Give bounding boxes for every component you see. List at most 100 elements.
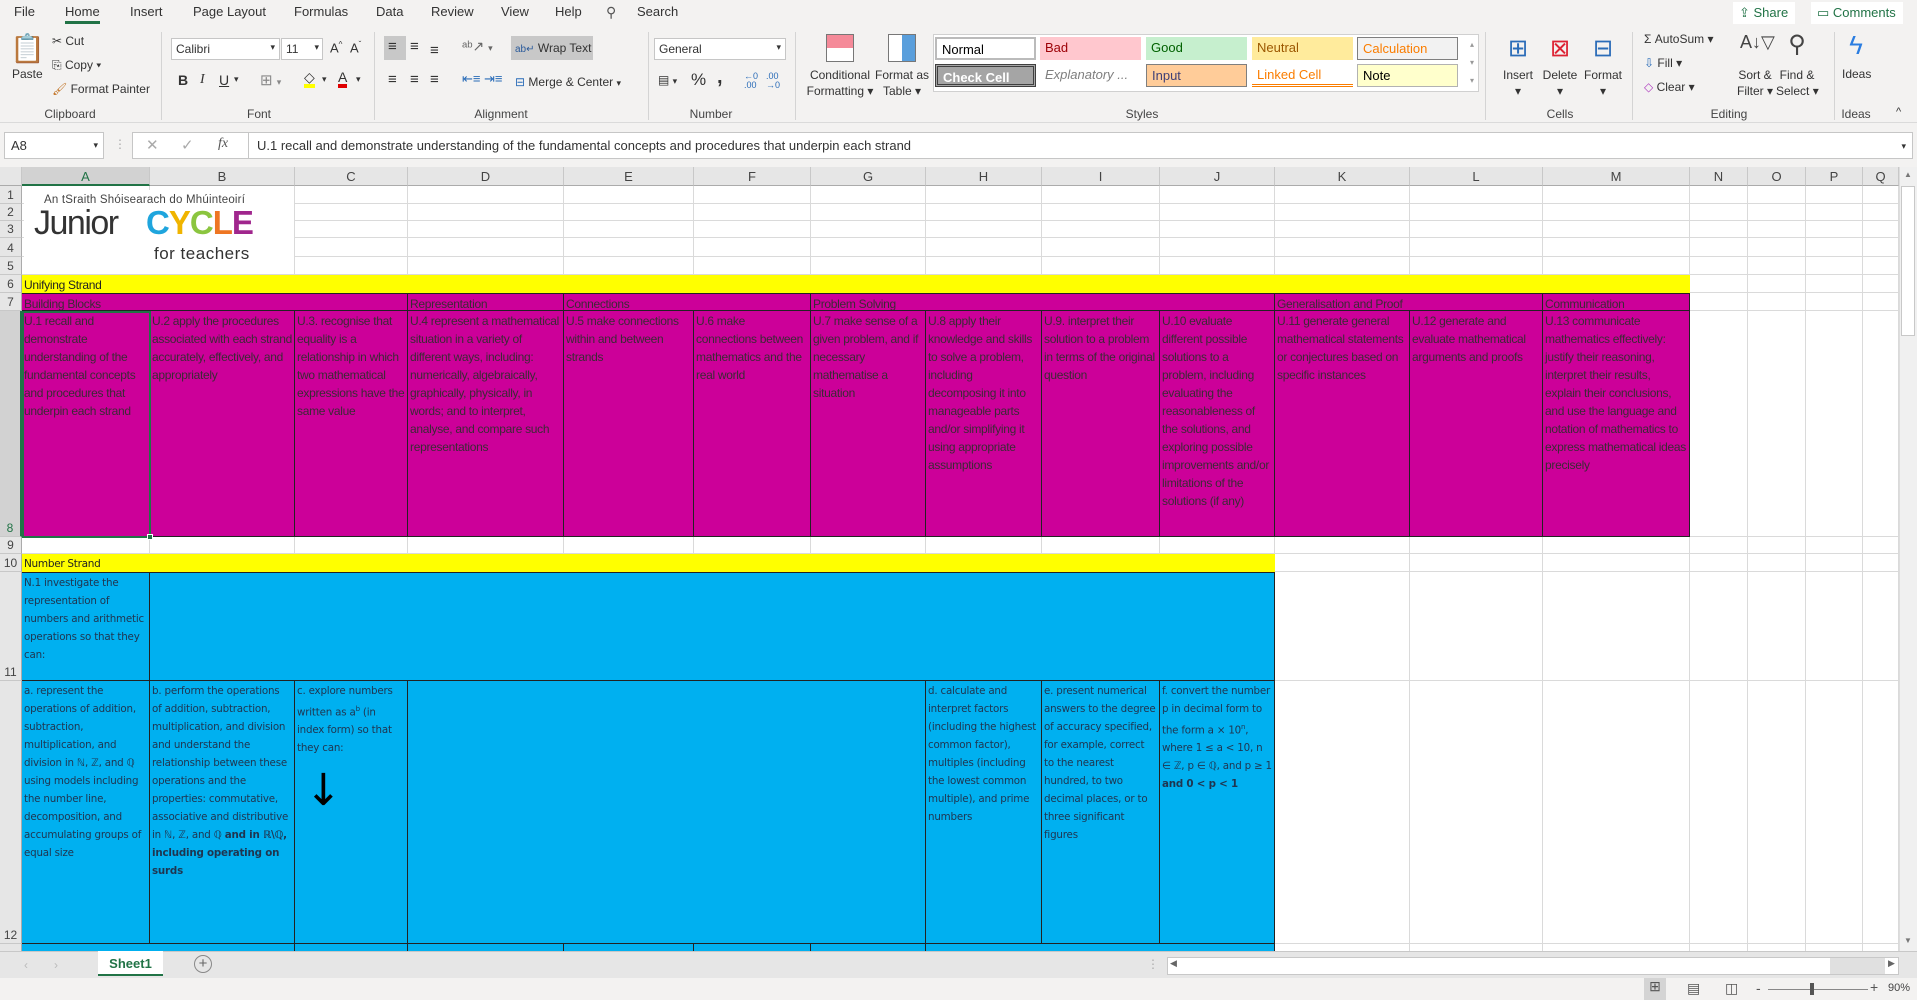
- row-header-12[interactable]: 12: [0, 681, 22, 944]
- insert-cells-button[interactable]: Insert ▾: [1503, 67, 1533, 99]
- column-header-B[interactable]: B: [150, 167, 295, 186]
- decrease-decimal-icon[interactable]: .00 →0: [766, 72, 780, 90]
- add-sheet-button[interactable]: +: [194, 955, 212, 973]
- sort-filter-button[interactable]: Sort & Filter ▾: [1736, 67, 1774, 99]
- tab-help[interactable]: Help: [555, 4, 582, 19]
- paste-button[interactable]: Paste: [12, 67, 43, 81]
- number-row13-cell[interactable]: [926, 944, 1275, 951]
- unifying-item-cell[interactable]: U.12 generate and evaluate mathematical …: [1410, 311, 1543, 537]
- sort-filter-icon[interactable]: A↓▽: [1740, 32, 1775, 53]
- row-header-13[interactable]: [0, 944, 22, 951]
- increase-font-icon[interactable]: A^: [330, 40, 342, 55]
- gallery-scroll-buttons[interactable]: ▴ ▾ ▾: [1466, 36, 1478, 90]
- find-select-button[interactable]: Find & Select ▾: [1776, 67, 1819, 99]
- format-cells-icon[interactable]: ⊟: [1588, 34, 1618, 63]
- zoom-in-button[interactable]: +: [1870, 979, 1878, 995]
- cell-style-note[interactable]: Note: [1357, 64, 1458, 87]
- decrease-indent-icon[interactable]: ⇤≡: [462, 71, 480, 87]
- font-name-select[interactable]: Calibri ▾: [171, 38, 280, 60]
- select-all-corner[interactable]: [0, 167, 22, 186]
- cell-style-linked-cell[interactable]: Linked Cell: [1252, 64, 1353, 87]
- number-row13-cell[interactable]: [408, 944, 564, 951]
- unifying-item-cell[interactable]: U.4 represent a mathematical situation i…: [408, 311, 564, 537]
- cell-style-input[interactable]: Input: [1146, 64, 1247, 87]
- cell-style-good[interactable]: Good: [1146, 37, 1247, 60]
- row-header-6[interactable]: 6: [0, 275, 22, 293]
- tab-data[interactable]: Data: [376, 4, 403, 19]
- row-header-3[interactable]: 3: [0, 221, 22, 238]
- tab-review[interactable]: Review: [431, 4, 474, 19]
- number-format-select[interactable]: General ▾: [654, 38, 786, 60]
- scroll-down-icon[interactable]: ▼: [1901, 936, 1915, 950]
- decrease-font-icon[interactable]: Aˇ: [350, 40, 361, 55]
- scroll-up-icon[interactable]: ▲: [1901, 170, 1915, 184]
- percent-button[interactable]: %: [691, 70, 706, 90]
- comma-button[interactable]: ,: [717, 66, 723, 89]
- name-box[interactable]: A8 ▾: [4, 132, 104, 159]
- worksheet-grid[interactable]: A B C D E F G H I J K L M N O P Q 1 2 3 4 5 6 7 8 9 10 11 12 An tSrai…: [0, 167, 1899, 951]
- tab-home[interactable]: Home: [65, 4, 100, 24]
- unifying-item-cell[interactable]: U.5 make connections within and between …: [564, 311, 694, 537]
- unifying-item-cell[interactable]: U.7 make sense of a given problem, and i…: [811, 311, 926, 537]
- number-row13-cell[interactable]: [694, 944, 811, 951]
- tab-insert[interactable]: Insert: [130, 4, 163, 19]
- tab-file[interactable]: File: [14, 4, 35, 19]
- merge-center-button[interactable]: ⊟ Merge & Center ▾: [515, 75, 621, 89]
- row-header-10[interactable]: 10: [0, 554, 22, 572]
- zoom-slider[interactable]: [1768, 989, 1868, 990]
- italic-button[interactable]: I: [200, 72, 205, 88]
- cell-style-explanatory[interactable]: Explanatory ...: [1040, 64, 1141, 87]
- font-color-dropdown-icon[interactable]: ▾: [356, 74, 361, 85]
- conditional-formatting-icon[interactable]: [826, 34, 854, 62]
- align-right-icon[interactable]: ≡: [430, 71, 439, 88]
- delete-cells-icon[interactable]: ⊠: [1545, 34, 1575, 63]
- formula-input[interactable]: U.1 recall and demonstrate understanding…: [248, 132, 1913, 159]
- align-left-icon[interactable]: ≡: [388, 71, 397, 88]
- copy-button[interactable]: ⎘ Copy ▾: [52, 58, 101, 73]
- number-item-b[interactable]: b. perform the operations of addition, s…: [150, 681, 295, 944]
- unifying-category-header[interactable]: Connections: [564, 293, 811, 311]
- row-header-7[interactable]: 7: [0, 293, 22, 311]
- page-layout-view-icon[interactable]: ▤: [1687, 980, 1700, 997]
- cell-style-bad[interactable]: Bad: [1040, 37, 1141, 60]
- format-cells-button[interactable]: Format ▾: [1584, 67, 1622, 99]
- number-row13-cell[interactable]: [22, 944, 295, 951]
- scroll-right-icon[interactable]: ▶: [1888, 958, 1895, 969]
- format-as-table-button[interactable]: Format as Table ▾: [874, 67, 930, 99]
- accounting-format-icon[interactable]: ▤ ▾: [658, 73, 677, 87]
- unifying-category-header[interactable]: Building Blocks: [22, 293, 408, 311]
- autosum-button[interactable]: Σ AutoSum ▾: [1644, 32, 1713, 46]
- font-color-icon[interactable]: A: [338, 70, 348, 88]
- delete-cells-button[interactable]: Delete ▾: [1542, 67, 1578, 99]
- unifying-category-header[interactable]: Problem Solving: [811, 293, 1275, 311]
- column-header-E[interactable]: E: [564, 167, 694, 186]
- insert-cells-icon[interactable]: ⊞: [1503, 34, 1533, 63]
- row-header-8[interactable]: 8: [0, 311, 22, 537]
- cancel-icon[interactable]: ✕: [146, 136, 159, 154]
- unifying-item-cell[interactable]: U.3. recognise that equality is a relati…: [295, 311, 408, 537]
- insert-function-icon[interactable]: fx: [218, 136, 228, 152]
- unifying-category-header[interactable]: Communication: [1543, 293, 1690, 311]
- increase-decimal-icon[interactable]: ←0.00: [744, 72, 758, 90]
- borders-icon[interactable]: ⊞ ▾: [260, 71, 281, 89]
- column-header-C[interactable]: C: [295, 167, 408, 186]
- format-as-table-icon[interactable]: [888, 34, 916, 62]
- font-size-select[interactable]: 11 ▾: [281, 38, 323, 60]
- number-merged-empty-cell[interactable]: [408, 681, 926, 944]
- unifying-item-cell[interactable]: U.13 communicate mathematics effectively…: [1543, 311, 1690, 537]
- unifying-item-cell[interactable]: U.10 evaluate different possible solutio…: [1160, 311, 1275, 537]
- unifying-item-cell[interactable]: U.8 apply their knowledge and skills to …: [926, 311, 1042, 537]
- column-header-P[interactable]: P: [1806, 167, 1863, 186]
- unifying-item-cell[interactable]: U.6 make connections between mathematics…: [694, 311, 811, 537]
- normal-view-icon[interactable]: ⊞: [1644, 978, 1666, 1000]
- column-header-M[interactable]: M: [1543, 167, 1690, 186]
- underline-button[interactable]: U: [219, 72, 229, 88]
- paste-icon[interactable]: 📋: [10, 32, 45, 65]
- number-item-f[interactable]: f. convert the number p in decimal form …: [1160, 681, 1275, 944]
- row-header-11[interactable]: 11: [0, 572, 22, 681]
- clear-button[interactable]: ◇ Clear ▾: [1644, 80, 1695, 94]
- tab-formulas[interactable]: Formulas: [294, 4, 348, 19]
- fill-color-icon[interactable]: ◇: [304, 70, 315, 88]
- number-item-e[interactable]: e. present numerical answers to the degr…: [1042, 681, 1160, 944]
- cell-style-neutral[interactable]: Neutral: [1252, 37, 1353, 60]
